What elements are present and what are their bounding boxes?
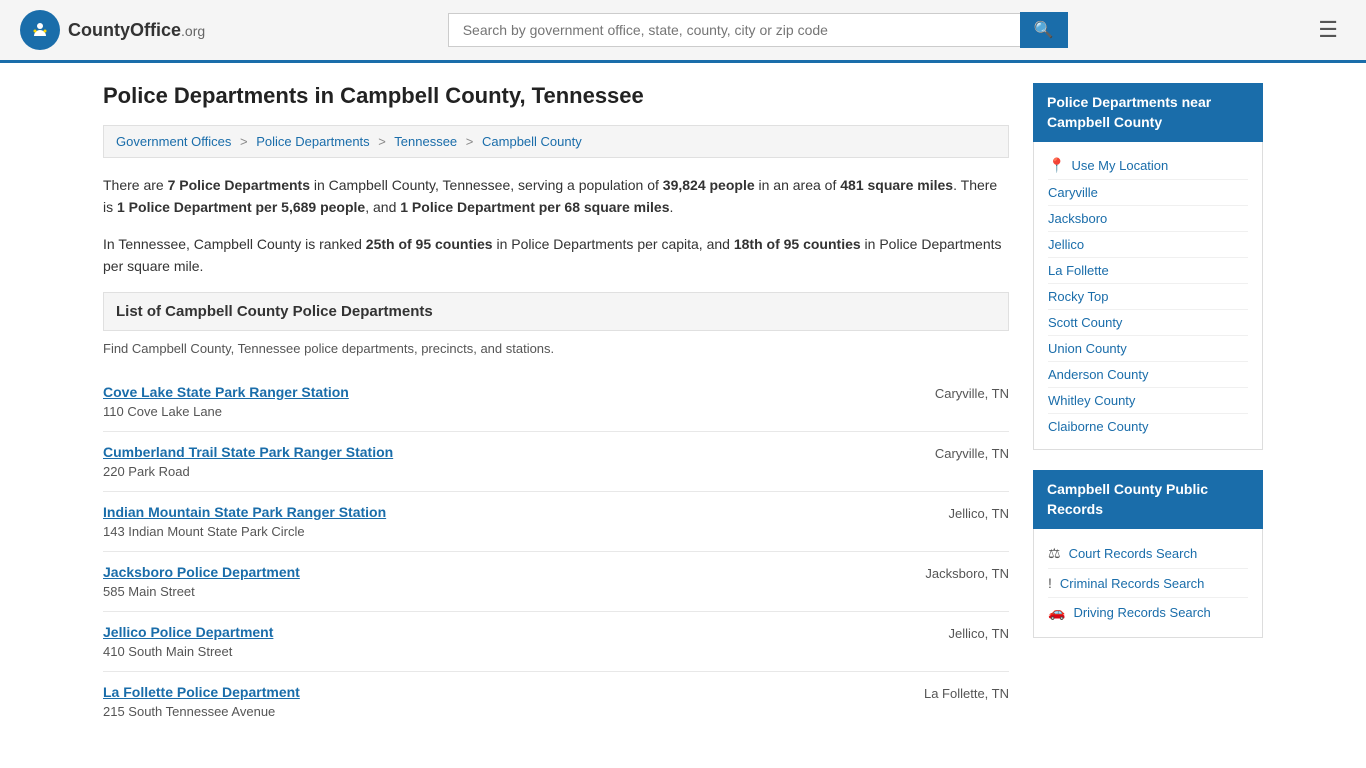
dept-address: 220 Park Road (103, 464, 190, 479)
list-item: Cumberland Trail State Park Ranger Stati… (103, 432, 1009, 492)
nearby-link[interactable]: Union County (1048, 336, 1248, 362)
nearby-link[interactable]: La Follette (1048, 258, 1248, 284)
sidebar: Police Departments near Campbell County … (1033, 83, 1263, 731)
description-para2: In Tennessee, Campbell County is ranked … (103, 233, 1009, 278)
sidebar-public-records-body: ⚖ Court Records Search! Criminal Records S… (1033, 529, 1263, 638)
sidebar-nearby-header: Police Departments near Campbell County (1033, 83, 1263, 142)
nearby-link[interactable]: Claiborne County (1048, 414, 1248, 439)
nearby-link[interactable]: Rocky Top (1048, 284, 1248, 310)
dept-city: Jellico, TN (949, 504, 1009, 521)
dept-info: Cumberland Trail State Park Ranger Stati… (103, 444, 393, 479)
dept-address: 585 Main Street (103, 584, 195, 599)
logo-icon (20, 10, 60, 50)
list-item: La Follette Police Department 215 South … (103, 672, 1009, 731)
pr-label: Court Records Search (1069, 546, 1198, 561)
dept-city: La Follette, TN (924, 684, 1009, 701)
dept-row: Indian Mountain State Park Ranger Statio… (103, 504, 1009, 539)
page-title: Police Departments in Campbell County, T… (103, 83, 1009, 109)
public-records-links-container: ⚖ Court Records Search! Criminal Records S… (1048, 539, 1248, 627)
search-area: 🔍 (448, 12, 1068, 48)
list-item: Jacksboro Police Department 585 Main Str… (103, 552, 1009, 612)
list-item: Jellico Police Department 410 South Main… (103, 612, 1009, 672)
breadcrumb-link-tn[interactable]: Tennessee (394, 134, 457, 149)
dept-info: Jacksboro Police Department 585 Main Str… (103, 564, 300, 599)
sidebar-nearby-section: Police Departments near Campbell County … (1033, 83, 1263, 450)
breadcrumb-link-pd[interactable]: Police Departments (256, 134, 369, 149)
dept-name-link[interactable]: Cove Lake State Park Ranger Station (103, 384, 349, 400)
list-section-subtitle: Find Campbell County, Tennessee police d… (103, 341, 1009, 356)
site-header: CountyOffice.org 🔍 ☰ (0, 0, 1366, 63)
location-icon: 📍 (1048, 157, 1065, 174)
dept-info: Cove Lake State Park Ranger Station 110 … (103, 384, 349, 419)
main-content: Police Departments in Campbell County, T… (103, 83, 1009, 731)
sidebar-public-records-header: Campbell County Public Records (1033, 470, 1263, 529)
dept-row: Jellico Police Department 410 South Main… (103, 624, 1009, 659)
pr-icon: ⚖ (1048, 545, 1061, 562)
description-para1: There are 7 Police Departments in Campbe… (103, 174, 1009, 219)
sidebar-public-records-section: Campbell County Public Records ⚖ Court Re… (1033, 470, 1263, 638)
pr-icon: ! (1048, 575, 1052, 591)
dept-info: Jellico Police Department 410 South Main… (103, 624, 273, 659)
dept-city: Caryville, TN (935, 384, 1009, 401)
dept-name-link[interactable]: Jacksboro Police Department (103, 564, 300, 580)
pr-label: Driving Records Search (1073, 605, 1210, 620)
dept-name-link[interactable]: Jellico Police Department (103, 624, 273, 640)
list-item: Indian Mountain State Park Ranger Statio… (103, 492, 1009, 552)
search-button[interactable]: 🔍 (1020, 12, 1068, 48)
dept-info: Indian Mountain State Park Ranger Statio… (103, 504, 386, 539)
search-icon: 🔍 (1034, 22, 1054, 39)
public-records-link[interactable]: ⚖ Court Records Search (1048, 539, 1248, 569)
department-list: Cove Lake State Park Ranger Station 110 … (103, 372, 1009, 731)
dept-row: Jacksboro Police Department 585 Main Str… (103, 564, 1009, 599)
breadcrumb-link-gov[interactable]: Government Offices (116, 134, 231, 149)
dept-city: Jacksboro, TN (925, 564, 1009, 581)
dept-address: 143 Indian Mount State Park Circle (103, 524, 305, 539)
nearby-link[interactable]: Whitley County (1048, 388, 1248, 414)
dept-address: 110 Cove Lake Lane (103, 404, 222, 419)
use-location-link[interactable]: 📍 Use My Location (1048, 152, 1248, 180)
content-wrapper: Police Departments in Campbell County, T… (83, 63, 1283, 751)
nearby-link[interactable]: Caryville (1048, 180, 1248, 206)
menu-button[interactable]: ☰ (1310, 13, 1346, 47)
breadcrumb-link-county[interactable]: Campbell County (482, 134, 582, 149)
breadcrumb-sep-1: > (240, 134, 248, 149)
dept-info: La Follette Police Department 215 South … (103, 684, 300, 719)
breadcrumb: Government Offices > Police Departments … (103, 125, 1009, 158)
dept-row: Cove Lake State Park Ranger Station 110 … (103, 384, 1009, 419)
nearby-links-container: CaryvilleJacksboroJellicoLa FolletteRock… (1048, 180, 1248, 439)
list-item: Cove Lake State Park Ranger Station 110 … (103, 372, 1009, 432)
dept-row: Cumberland Trail State Park Ranger Stati… (103, 444, 1009, 479)
pr-icon: 🚗 (1048, 604, 1065, 621)
nearby-link[interactable]: Anderson County (1048, 362, 1248, 388)
dept-row: La Follette Police Department 215 South … (103, 684, 1009, 719)
dept-city: Jellico, TN (949, 624, 1009, 641)
logo-area: CountyOffice.org (20, 10, 205, 50)
list-section-header: List of Campbell County Police Departmen… (103, 292, 1009, 331)
sidebar-nearby-body: 📍 Use My Location CaryvilleJacksboroJell… (1033, 142, 1263, 450)
search-input[interactable] (448, 13, 1020, 47)
breadcrumb-sep-3: > (466, 134, 474, 149)
dept-address: 215 South Tennessee Avenue (103, 704, 275, 719)
hamburger-icon: ☰ (1318, 17, 1338, 42)
dept-address: 410 South Main Street (103, 644, 232, 659)
public-records-link[interactable]: 🚗 Driving Records Search (1048, 598, 1248, 627)
dept-name-link[interactable]: Indian Mountain State Park Ranger Statio… (103, 504, 386, 520)
dept-city: Caryville, TN (935, 444, 1009, 461)
nearby-link[interactable]: Jellico (1048, 232, 1248, 258)
dept-name-link[interactable]: Cumberland Trail State Park Ranger Stati… (103, 444, 393, 460)
breadcrumb-sep-2: > (378, 134, 386, 149)
dept-name-link[interactable]: La Follette Police Department (103, 684, 300, 700)
nearby-link[interactable]: Jacksboro (1048, 206, 1248, 232)
nearby-link[interactable]: Scott County (1048, 310, 1248, 336)
public-records-link[interactable]: ! Criminal Records Search (1048, 569, 1248, 598)
logo-text: CountyOffice.org (68, 20, 205, 41)
pr-label: Criminal Records Search (1060, 576, 1205, 591)
